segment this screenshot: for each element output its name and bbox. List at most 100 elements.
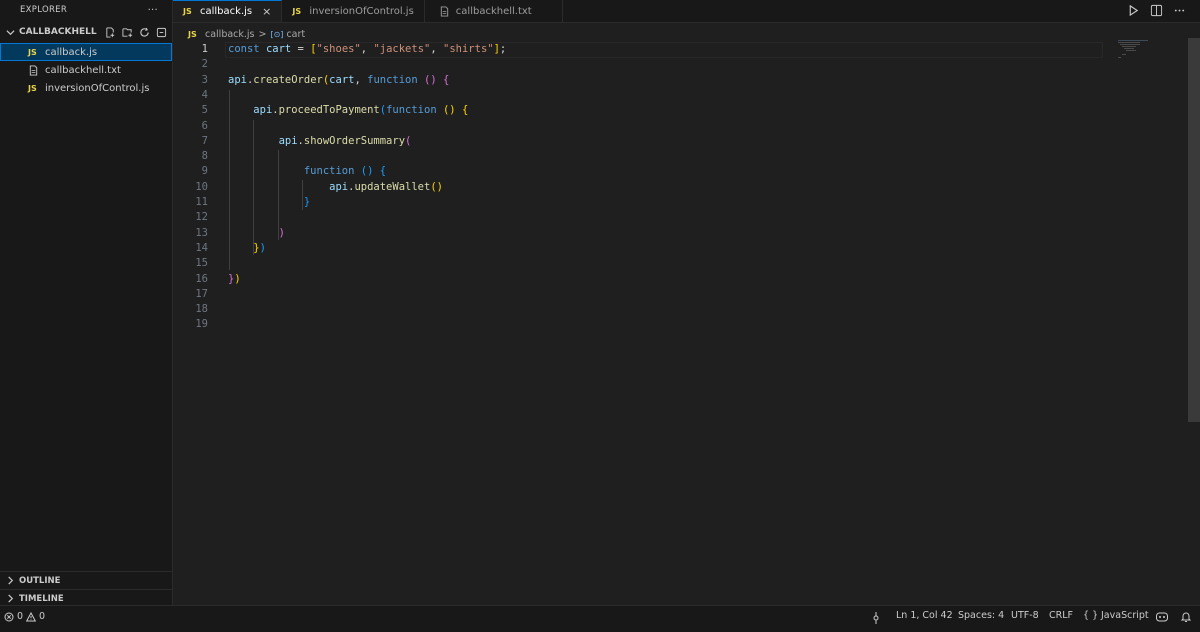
code-line[interactable]: 8 [173, 149, 1188, 164]
problems-indicator[interactable]: 0 0 [4, 611, 45, 622]
code-token: ; [499, 43, 507, 55]
code-text: ) [228, 226, 285, 241]
code-line[interactable]: 11 } [173, 195, 1188, 210]
code-token: , [354, 73, 368, 86]
code-line[interactable]: 9 function () { [173, 164, 1188, 179]
code-text: }) [228, 272, 241, 287]
breadcrumb-file[interactable]: callback.js [205, 29, 255, 40]
text-file-icon [440, 5, 448, 17]
explorer-title: EXPLORER [20, 5, 68, 15]
js-file-icon: JS [28, 47, 37, 57]
code-token: api [228, 73, 247, 86]
close-icon[interactable]: × [262, 5, 271, 18]
refresh-icon[interactable] [139, 27, 150, 38]
line-number: 4 [201, 88, 208, 101]
code-line[interactable]: 6 [173, 119, 1188, 134]
chevron-down-icon [6, 29, 15, 35]
code-line[interactable]: 7 api.showOrderSummary( [173, 134, 1188, 149]
more-actions-icon[interactable] [1173, 4, 1186, 17]
folder-name: CALLBACKHELL [19, 27, 97, 37]
file-item-callback-js[interactable]: JS callback.js [0, 43, 172, 61]
code-token: { [461, 104, 469, 117]
code-line[interactable]: 1 const cart = ["shoes", "jackets", "shir… [173, 42, 1188, 58]
code-line[interactable]: 12 [173, 210, 1188, 225]
language-mode[interactable]: JavaScript [1101, 610, 1149, 621]
code-token: updateWallet [354, 180, 431, 193]
code-token: proceedToPayment [278, 104, 380, 117]
breadcrumb-separator: > [258, 28, 267, 40]
line-number: 12 [195, 211, 208, 224]
file-item-inversionofcontrol-js[interactable]: JS inversionOfControl.js [0, 79, 172, 97]
code-line[interactable]: 17 [173, 287, 1188, 302]
code-line[interactable]: 3 api.createOrder(cart, function () { [173, 73, 1188, 88]
line-number: 11 [195, 196, 208, 208]
breadcrumb-symbol[interactable]: cart [286, 29, 305, 40]
code-line[interactable]: 4 [173, 88, 1188, 103]
code-text: api.proceedToPayment(function () { [228, 103, 468, 118]
end-of-line[interactable]: CRLF [1049, 610, 1073, 621]
code-token: "jackets" [373, 43, 431, 55]
outline-panel-toggle[interactable]: OUTLINE [0, 571, 172, 589]
folder-callbackhell[interactable]: CALLBACKHELL [0, 21, 172, 43]
code-token: cart [329, 73, 355, 86]
new-file-icon[interactable] [105, 26, 116, 38]
encoding[interactable]: UTF-8 [1011, 610, 1039, 621]
indentation[interactable]: Spaces: 4 [958, 610, 1004, 621]
code-token: { [379, 165, 387, 178]
file-name: callbackhell.txt [45, 64, 121, 76]
code-token: "shoes" [316, 43, 361, 55]
notifications-bell-icon[interactable] [1180, 611, 1192, 623]
code-text: api.showOrderSummary( [228, 134, 412, 149]
code-text: const cart = ["shoes", "jackets", "shirt… [228, 42, 506, 57]
code-token: "shirts" [443, 43, 494, 55]
split-editor-icon[interactable] [1150, 4, 1163, 17]
tab-callback-js[interactable]: JS callback.js × [173, 0, 283, 22]
code-token: showOrderSummary [303, 134, 406, 147]
line-number: 14 [195, 241, 208, 254]
code-line[interactable]: 16}) [173, 272, 1188, 287]
tab-inversionofcontrol-js[interactable]: JS inversionOfControl.js [282, 0, 425, 22]
code-token: ( [405, 134, 412, 147]
file-name: inversionOfControl.js [45, 82, 150, 94]
new-folder-icon[interactable] [122, 27, 133, 38]
run-icon[interactable] [1127, 4, 1140, 17]
code-line[interactable]: 19 [173, 317, 1188, 332]
editor-tab-bar: JS callback.js × JS inversionOfControl.j… [173, 0, 1200, 23]
line-number: 9 [201, 165, 208, 178]
collapse-all-icon[interactable] [156, 27, 167, 38]
code-token: , [430, 43, 444, 55]
code-line[interactable]: 15 [173, 256, 1188, 271]
code-token: createOrder [253, 73, 323, 86]
js-file-icon: JS [183, 7, 192, 16]
copilot-icon[interactable] [1155, 611, 1169, 623]
line-number: 10 [195, 180, 208, 193]
code-token: cart [265, 43, 292, 55]
line-number: 16 [195, 272, 208, 285]
code-token: api [278, 134, 298, 147]
code-line[interactable]: 14 }) [173, 241, 1188, 256]
code-token: function [303, 165, 355, 178]
error-icon [4, 612, 14, 621]
code-token: () [430, 180, 443, 193]
code-text: api.updateWallet() [228, 180, 443, 195]
minimap[interactable] [1118, 40, 1148, 60]
code-text: function () { [228, 164, 386, 179]
code-line[interactable]: 2 [173, 57, 1188, 72]
tab-callbackhell-txt[interactable]: callbackhell.txt [425, 0, 563, 22]
line-number: 19 [195, 318, 208, 331]
error-count: 0 [17, 611, 24, 622]
code-line[interactable]: 10 api.updateWallet() [173, 180, 1188, 195]
variable-symbol-icon: [⊙] [270, 29, 284, 39]
vertical-scrollbar[interactable] [1188, 38, 1200, 422]
code-line[interactable]: 5 api.proceedToPayment(function () { [173, 103, 1188, 118]
status-bar: 0 0 Ln 1, Col 42 Spaces: 4 UTF-8 CRLF { … [0, 605, 1200, 632]
code-line[interactable]: 13 ) [173, 226, 1188, 241]
cursor-position[interactable]: Ln 1, Col 42 [896, 610, 953, 621]
more-actions-button[interactable]: ··· [148, 5, 158, 16]
line-number: 2 [201, 58, 208, 71]
code-line[interactable]: 18 [173, 302, 1188, 317]
file-item-callbackhell-txt[interactable]: callbackhell.txt [0, 61, 172, 79]
sync-icon[interactable] [871, 612, 881, 624]
